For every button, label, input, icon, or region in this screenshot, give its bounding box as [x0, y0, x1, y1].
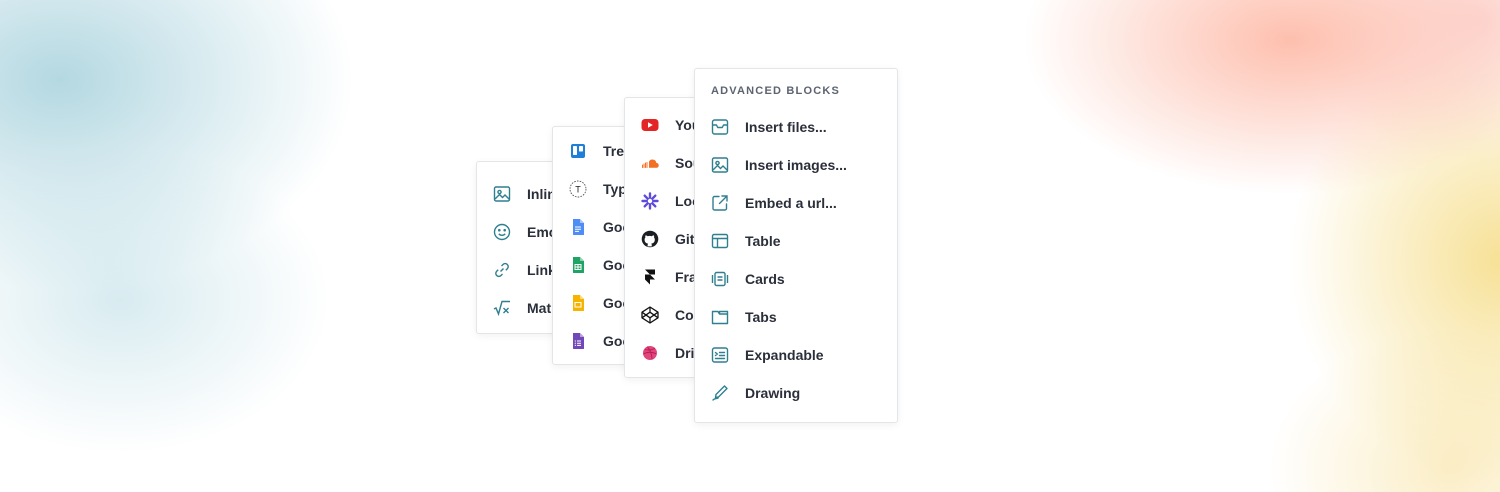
dribbble-icon: [640, 343, 660, 363]
menu-item-label: Tabs: [745, 309, 777, 325]
external-link-icon: [710, 193, 730, 213]
menu-item-insert-images[interactable]: Insert images...: [710, 153, 847, 177]
emoji-icon: [492, 222, 512, 242]
menu-item-label: Insert images...: [745, 157, 847, 173]
soundcloud-icon: [640, 153, 660, 173]
advanced-blocks-menu: ADVANCED BLOCKS Insert files... Insert i…: [694, 68, 898, 423]
trello-icon: [568, 141, 588, 161]
menu-item-drawing[interactable]: Drawing: [710, 381, 800, 405]
typeform-icon: T: [568, 179, 588, 199]
google-docs-icon: [568, 217, 588, 237]
github-icon: [640, 229, 660, 249]
menu-item-link[interactable]: Link: [492, 258, 556, 282]
menu-item-label: Expandable: [745, 347, 824, 363]
link-icon: [492, 260, 512, 280]
youtube-icon: [640, 115, 660, 135]
menu-item-math[interactable]: Math: [492, 296, 560, 320]
codepen-icon: [640, 305, 660, 325]
svg-text:T: T: [575, 184, 581, 194]
table-icon: [710, 231, 730, 251]
image-icon: [492, 184, 512, 204]
menu-item-table[interactable]: Table: [710, 229, 781, 253]
menu-item-embed-url[interactable]: Embed a url...: [710, 191, 837, 215]
menu-item-expandable[interactable]: Expandable: [710, 343, 824, 367]
google-sheets-icon: [568, 255, 588, 275]
framer-icon: [640, 267, 660, 287]
inbox-icon: [710, 117, 730, 137]
tabs-icon: [710, 307, 730, 327]
menu-item-cards[interactable]: Cards: [710, 267, 785, 291]
menu-item-label: Table: [745, 233, 781, 249]
drawing-icon: [710, 383, 730, 403]
menu-item-insert-files[interactable]: Insert files...: [710, 115, 827, 139]
menu-heading: ADVANCED BLOCKS: [711, 85, 841, 97]
math-icon: [492, 298, 512, 318]
image-icon: [710, 155, 730, 175]
menu-item-tabs[interactable]: Tabs: [710, 305, 777, 329]
expandable-icon: [710, 345, 730, 365]
menu-item-label: Insert files...: [745, 119, 827, 135]
loom-icon: [640, 191, 660, 211]
cards-icon: [710, 269, 730, 289]
google-forms-icon: [568, 331, 588, 351]
menu-item-label: Cards: [745, 271, 785, 287]
menu-item-label: Embed a url...: [745, 195, 837, 211]
google-slides-icon: [568, 293, 588, 313]
menu-item-label: Drawing: [745, 385, 801, 401]
